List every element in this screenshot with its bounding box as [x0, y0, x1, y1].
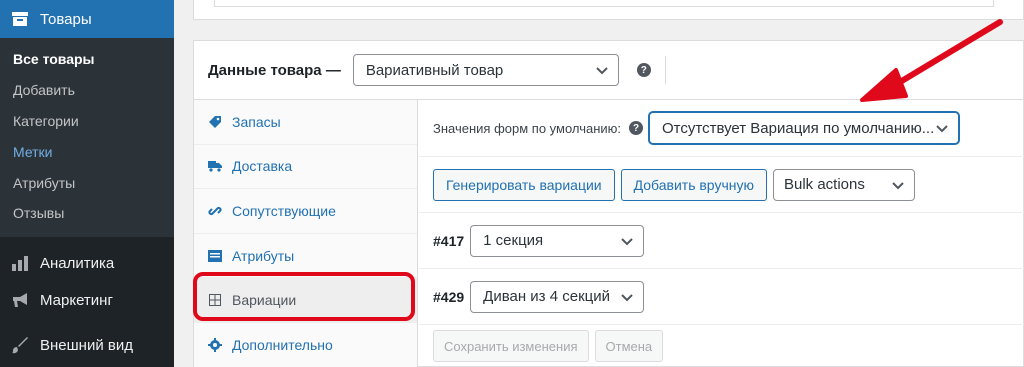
- previous-metabox: [193, 0, 1024, 20]
- help-icon[interactable]: ?: [636, 63, 651, 77]
- tab-inventory[interactable]: Запасы: [194, 100, 417, 145]
- products-submenu: Все товары Добавить Категории Метки Атри…: [0, 38, 174, 237]
- tab-inventory-label: Запасы: [232, 113, 281, 130]
- menu-marketing-label: Маркетинг: [40, 291, 113, 309]
- variation-actions-row: Генерировать вариации Добавить вручную B…: [419, 157, 1024, 213]
- default-form-values-row: Значения форм по умолчанию: ? Отсутствуе…: [419, 100, 1024, 157]
- menu-products[interactable]: Товары: [0, 0, 174, 38]
- link-icon: [208, 204, 222, 218]
- tab-attributes-label: Атрибуты: [232, 247, 295, 264]
- save-row: Сохранить изменения Отмена: [419, 325, 1024, 367]
- variation-id: #417: [433, 232, 465, 249]
- admin-sidebar: Товары Все товары Добавить Категории Мет…: [0, 0, 174, 367]
- default-form-values-label: Значения форм по умолчанию:: [433, 120, 621, 136]
- generate-variations-button[interactable]: Генерировать вариации: [433, 168, 615, 201]
- list-icon: [208, 249, 222, 263]
- tab-advanced-label: Дополнительно: [232, 336, 333, 353]
- menu-products-label: Товары: [40, 10, 92, 28]
- submenu-attributes[interactable]: Атрибуты: [0, 167, 174, 198]
- help-icon[interactable]: ?: [629, 121, 643, 135]
- truck-icon: [208, 159, 222, 173]
- chevron-down-icon: [936, 125, 948, 133]
- bulk-actions-value: Bulk actions: [783, 176, 865, 193]
- variation-row: #417 1 секция: [419, 213, 1024, 269]
- menu-appearance-label: Внешний вид: [40, 336, 133, 354]
- product-data-box: Данные товара — Вариативный товар ? Запа…: [193, 40, 1024, 367]
- product-data-label: Данные товара —: [208, 61, 341, 79]
- tab-advanced[interactable]: Дополнительно: [194, 323, 417, 367]
- header-divider: [664, 56, 666, 84]
- product-type-value: Вариативный товар: [365, 61, 504, 79]
- archive-icon: [10, 11, 30, 27]
- submenu-add[interactable]: Добавить: [0, 75, 174, 106]
- menu-marketing[interactable]: Маркетинг: [0, 282, 174, 319]
- grid-icon: [208, 293, 222, 307]
- variation-row: #429 Диван из 4 секций: [419, 269, 1024, 325]
- tab-linked[interactable]: Сопутствующие: [194, 189, 417, 234]
- paintbrush-icon: [10, 336, 30, 354]
- chevron-down-icon: [596, 67, 608, 75]
- product-data-tabs: Запасы Доставка Сопутствующие Атрибуты В…: [194, 100, 418, 367]
- bulk-actions-select[interactable]: Bulk actions: [772, 168, 915, 201]
- submenu-tags[interactable]: Метки: [0, 136, 174, 167]
- variation-attribute-select[interactable]: 1 секция: [470, 224, 645, 257]
- tab-variations-label: Вариации: [232, 292, 297, 309]
- product-type-select[interactable]: Вариативный товар: [352, 54, 619, 86]
- tab-linked-label: Сопутствующие: [232, 202, 336, 219]
- variation-attribute-value: Диван из 4 секций: [483, 288, 610, 305]
- save-changes-button[interactable]: Сохранить изменения: [433, 330, 589, 362]
- chevron-down-icon: [621, 293, 633, 301]
- submenu-categories[interactable]: Категории: [0, 106, 174, 137]
- cancel-button[interactable]: Отмена: [594, 330, 664, 362]
- add-manually-button[interactable]: Добавить вручную: [620, 168, 767, 201]
- product-data-header: Данные товара — Вариативный товар ?: [194, 41, 1023, 100]
- gear-icon: [208, 337, 222, 352]
- variation-id: #429: [433, 288, 465, 305]
- bar-chart-icon: [10, 254, 30, 272]
- submenu-reviews[interactable]: Отзывы: [0, 198, 174, 229]
- menu-analytics[interactable]: Аналитика: [0, 245, 174, 282]
- default-variation-select[interactable]: Отсутствует Вариация по умолчанию...: [649, 112, 959, 144]
- megaphone-icon: [10, 291, 30, 309]
- submenu-all-products[interactable]: Все товары: [0, 44, 174, 75]
- tag-icon: [208, 115, 222, 129]
- previous-metabox-inner: [214, 0, 994, 7]
- variation-attribute-select[interactable]: Диван из 4 секций: [470, 280, 645, 313]
- variations-panel: Значения форм по умолчанию: ? Отсутствуе…: [419, 100, 1024, 367]
- tab-variations[interactable]: Вариации: [194, 278, 417, 323]
- chevron-down-icon: [621, 237, 633, 245]
- tab-attributes[interactable]: Атрибуты: [194, 234, 417, 279]
- menu-appearance[interactable]: Внешний вид: [0, 327, 174, 364]
- default-variation-value: Отсутствует Вариация по умолчанию...: [662, 119, 935, 137]
- variation-attribute-value: 1 секция: [483, 232, 544, 249]
- menu-analytics-label: Аналитика: [40, 254, 115, 272]
- tab-shipping-label: Доставка: [232, 158, 293, 175]
- chevron-down-icon: [892, 181, 904, 189]
- tab-shipping[interactable]: Доставка: [194, 145, 417, 190]
